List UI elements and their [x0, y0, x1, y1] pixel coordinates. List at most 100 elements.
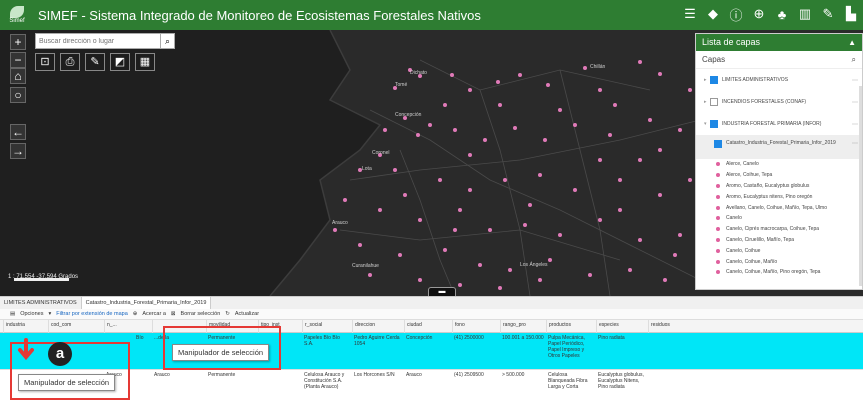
- facility-point[interactable]: [583, 66, 587, 70]
- print-icon[interactable]: ⎙: [60, 53, 80, 71]
- facility-point[interactable]: [358, 243, 362, 247]
- globe-icon[interactable]: ⊕: [751, 5, 767, 23]
- layer-checkbox[interactable]: [710, 98, 718, 106]
- more-icon[interactable]: ⋯: [852, 121, 858, 128]
- facility-point[interactable]: [383, 128, 387, 132]
- facility-point[interactable]: [458, 283, 462, 287]
- facility-point[interactable]: [398, 253, 402, 257]
- facility-point[interactable]: [638, 158, 642, 162]
- facility-point[interactable]: [518, 73, 522, 77]
- facility-point[interactable]: [598, 218, 602, 222]
- forward-arrow-icon[interactable]: →: [10, 143, 26, 159]
- zoom-in-button[interactable]: +: [10, 34, 26, 50]
- facility-point[interactable]: [678, 128, 682, 132]
- facility-point[interactable]: [658, 193, 662, 197]
- layer-checkbox[interactable]: [710, 120, 718, 128]
- zoom-out-button[interactable]: −: [10, 52, 26, 68]
- list-icon[interactable]: ☰: [682, 5, 698, 23]
- tree-icon[interactable]: ♣: [774, 5, 790, 23]
- layer-panel-header[interactable]: Lista de capas ▲: [696, 34, 862, 51]
- facility-point[interactable]: [523, 223, 527, 227]
- facility-point[interactable]: [618, 178, 622, 182]
- clear-selection-button[interactable]: Borrar selección: [181, 311, 221, 317]
- extent-icon[interactable]: ⊡: [35, 53, 55, 71]
- facility-point[interactable]: [496, 80, 500, 84]
- facility-point[interactable]: [608, 133, 612, 137]
- layers-icon[interactable]: ◆: [705, 5, 721, 23]
- panel-collapse-handle[interactable]: ▬: [428, 287, 456, 296]
- facility-point[interactable]: [663, 278, 667, 282]
- facility-point[interactable]: [598, 158, 602, 162]
- facility-point[interactable]: [538, 173, 542, 177]
- facility-point[interactable]: [548, 258, 552, 262]
- layer-search-icon[interactable]: ⌕: [852, 55, 856, 65]
- options-icon[interactable]: ▤: [10, 311, 15, 317]
- facility-point[interactable]: [483, 138, 487, 142]
- layer-row-industria[interactable]: ▾ INDUSTRIA FORESTAL PRIMARIA (INFOR) ⋯: [696, 113, 862, 135]
- facility-point[interactable]: [528, 203, 532, 207]
- info-icon[interactable]: ⓘ: [728, 5, 744, 23]
- facility-point[interactable]: [658, 72, 662, 76]
- facility-point[interactable]: [418, 218, 422, 222]
- facility-point[interactable]: [558, 233, 562, 237]
- facility-point[interactable]: [598, 88, 602, 92]
- facility-point[interactable]: [503, 178, 507, 182]
- facility-point[interactable]: [478, 263, 482, 267]
- facility-point[interactable]: [688, 178, 692, 182]
- clear-selection-icon[interactable]: ⊠: [171, 311, 176, 317]
- facility-point[interactable]: [618, 208, 622, 212]
- facility-point[interactable]: [368, 273, 372, 277]
- draw-icon[interactable]: ✎: [85, 53, 105, 71]
- layer-checkbox[interactable]: [710, 76, 718, 84]
- sublayer-row[interactable]: Catastro_Industria_Forestal_Primaria_Inf…: [696, 135, 862, 159]
- back-arrow-icon[interactable]: ←: [10, 124, 26, 140]
- building-icon[interactable]: ▙: [843, 5, 859, 23]
- facility-point[interactable]: [573, 123, 577, 127]
- facility-point[interactable]: [573, 188, 577, 192]
- facility-point[interactable]: [453, 228, 457, 232]
- facility-point[interactable]: [628, 268, 632, 272]
- more-icon[interactable]: ⋯: [852, 77, 858, 84]
- facility-point[interactable]: [648, 118, 652, 122]
- zoom-to-button[interactable]: Acercar a: [142, 311, 166, 317]
- facility-point[interactable]: [333, 228, 337, 232]
- facility-point[interactable]: [498, 286, 502, 290]
- tab-catastro[interactable]: Catastro_Industria_Forestal_Primaria_Inf…: [81, 297, 212, 309]
- facility-point[interactable]: [416, 133, 420, 137]
- facility-point[interactable]: [678, 233, 682, 237]
- facility-point[interactable]: [453, 128, 457, 132]
- facility-point[interactable]: [658, 148, 662, 152]
- facility-point[interactable]: [418, 278, 422, 282]
- dropdown-icon[interactable]: ▾: [48, 311, 51, 317]
- zoom-to-icon[interactable]: ⊕: [133, 311, 138, 317]
- facility-point[interactable]: [508, 268, 512, 272]
- facility-point[interactable]: [428, 123, 432, 127]
- measure-icon[interactable]: ◩: [110, 53, 130, 71]
- layer-checkbox[interactable]: [714, 140, 722, 148]
- facility-point[interactable]: [343, 198, 347, 202]
- facility-point[interactable]: [538, 278, 542, 282]
- facility-point[interactable]: [498, 103, 502, 107]
- filter-by-extent[interactable]: Filtrar por extensión de mapa: [56, 311, 128, 317]
- search-icon[interactable]: ⌕: [160, 34, 174, 48]
- more-icon[interactable]: ⋯: [852, 140, 858, 147]
- facility-point[interactable]: [638, 60, 642, 64]
- more-icon[interactable]: ⋯: [852, 99, 858, 106]
- edit-icon[interactable]: ✎: [820, 5, 836, 23]
- basemap-icon[interactable]: ▦: [135, 53, 155, 71]
- facility-point[interactable]: [450, 73, 454, 77]
- facility-point[interactable]: [588, 273, 592, 277]
- collapse-caret-icon[interactable]: ▲: [848, 34, 856, 51]
- facility-point[interactable]: [443, 248, 447, 252]
- facility-point[interactable]: [378, 208, 382, 212]
- facility-point[interactable]: [613, 103, 617, 107]
- layer-row-incendios[interactable]: ▸ INCENDIOS FORESTALES (CONAF) ⋯: [696, 91, 862, 113]
- facility-point[interactable]: [458, 208, 462, 212]
- refresh-button[interactable]: Actualizar: [235, 311, 259, 317]
- options-menu[interactable]: Opciones: [20, 311, 43, 317]
- facility-point[interactable]: [543, 138, 547, 142]
- refresh-icon[interactable]: ↻: [225, 311, 230, 317]
- facility-point[interactable]: [638, 238, 642, 242]
- facility-point[interactable]: [513, 126, 517, 130]
- tab-limites[interactable]: LIMITES ADMINISTRATIVOS: [0, 297, 82, 309]
